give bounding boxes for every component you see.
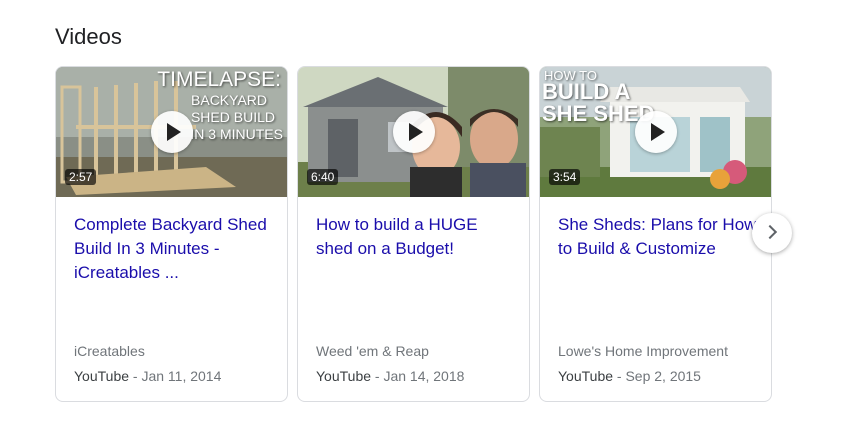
video-channel: iCreatables <box>74 343 145 359</box>
video-duration: 3:54 <box>549 169 581 185</box>
next-button[interactable] <box>752 213 792 253</box>
video-thumbnail[interactable]: TIMELAPSE: BACKYARD SHED BUILD IN 3 MINU… <box>56 67 287 197</box>
play-icon[interactable] <box>151 111 193 153</box>
thumbnail-text: BUILD A <box>542 79 631 104</box>
video-source: YouTube - Jan 11, 2014 <box>74 368 221 384</box>
video-platform: YouTube <box>316 368 372 384</box>
video-platform: YouTube <box>558 368 614 384</box>
video-card[interactable]: 6:40 How to build a HUGE shed on a Budge… <box>297 66 530 402</box>
thumbnail-text: IN 3 MINUTES <box>190 126 283 142</box>
play-icon[interactable] <box>393 111 435 153</box>
video-title-link[interactable]: How to build a HUGE shed on a Budget! <box>316 213 516 261</box>
video-platform: YouTube <box>74 368 130 384</box>
video-date: - Jan 11, 2014 <box>129 368 222 384</box>
video-card[interactable]: HOW TO BUILD A SHE SHED 3:54 She Sheds: … <box>539 66 772 402</box>
video-card[interactable]: TIMELAPSE: BACKYARD SHED BUILD IN 3 MINU… <box>55 66 288 402</box>
video-source: YouTube - Jan 14, 2018 <box>316 368 464 384</box>
video-date: - Sep 2, 2015 <box>613 368 701 384</box>
play-icon[interactable] <box>635 111 677 153</box>
video-title-link[interactable]: She Sheds: Plans for How to Build & Cust… <box>558 213 758 261</box>
video-date: - Jan 14, 2018 <box>371 368 465 384</box>
chevron-right-icon <box>762 224 778 240</box>
video-channel: Weed 'em & Reap <box>316 343 429 359</box>
thumbnail-text: BACKYARD <box>191 92 267 108</box>
video-thumbnail[interactable]: HOW TO BUILD A SHE SHED 3:54 <box>540 67 771 197</box>
video-title-link[interactable]: Complete Backyard Shed Build In 3 Minute… <box>74 213 274 285</box>
video-carousel: TIMELAPSE: BACKYARD SHED BUILD IN 3 MINU… <box>55 66 795 402</box>
thumbnail-text: SHED BUILD <box>190 109 275 125</box>
section-title: Videos <box>55 24 122 49</box>
video-duration: 2:57 <box>65 169 97 185</box>
video-channel: Lowe's Home Improvement <box>558 343 728 359</box>
video-source: YouTube - Sep 2, 2015 <box>558 368 701 384</box>
thumbnail-text: TIMELAPSE: <box>157 68 281 91</box>
video-duration: 6:40 <box>307 169 339 185</box>
video-thumbnail[interactable]: 6:40 <box>298 67 529 197</box>
